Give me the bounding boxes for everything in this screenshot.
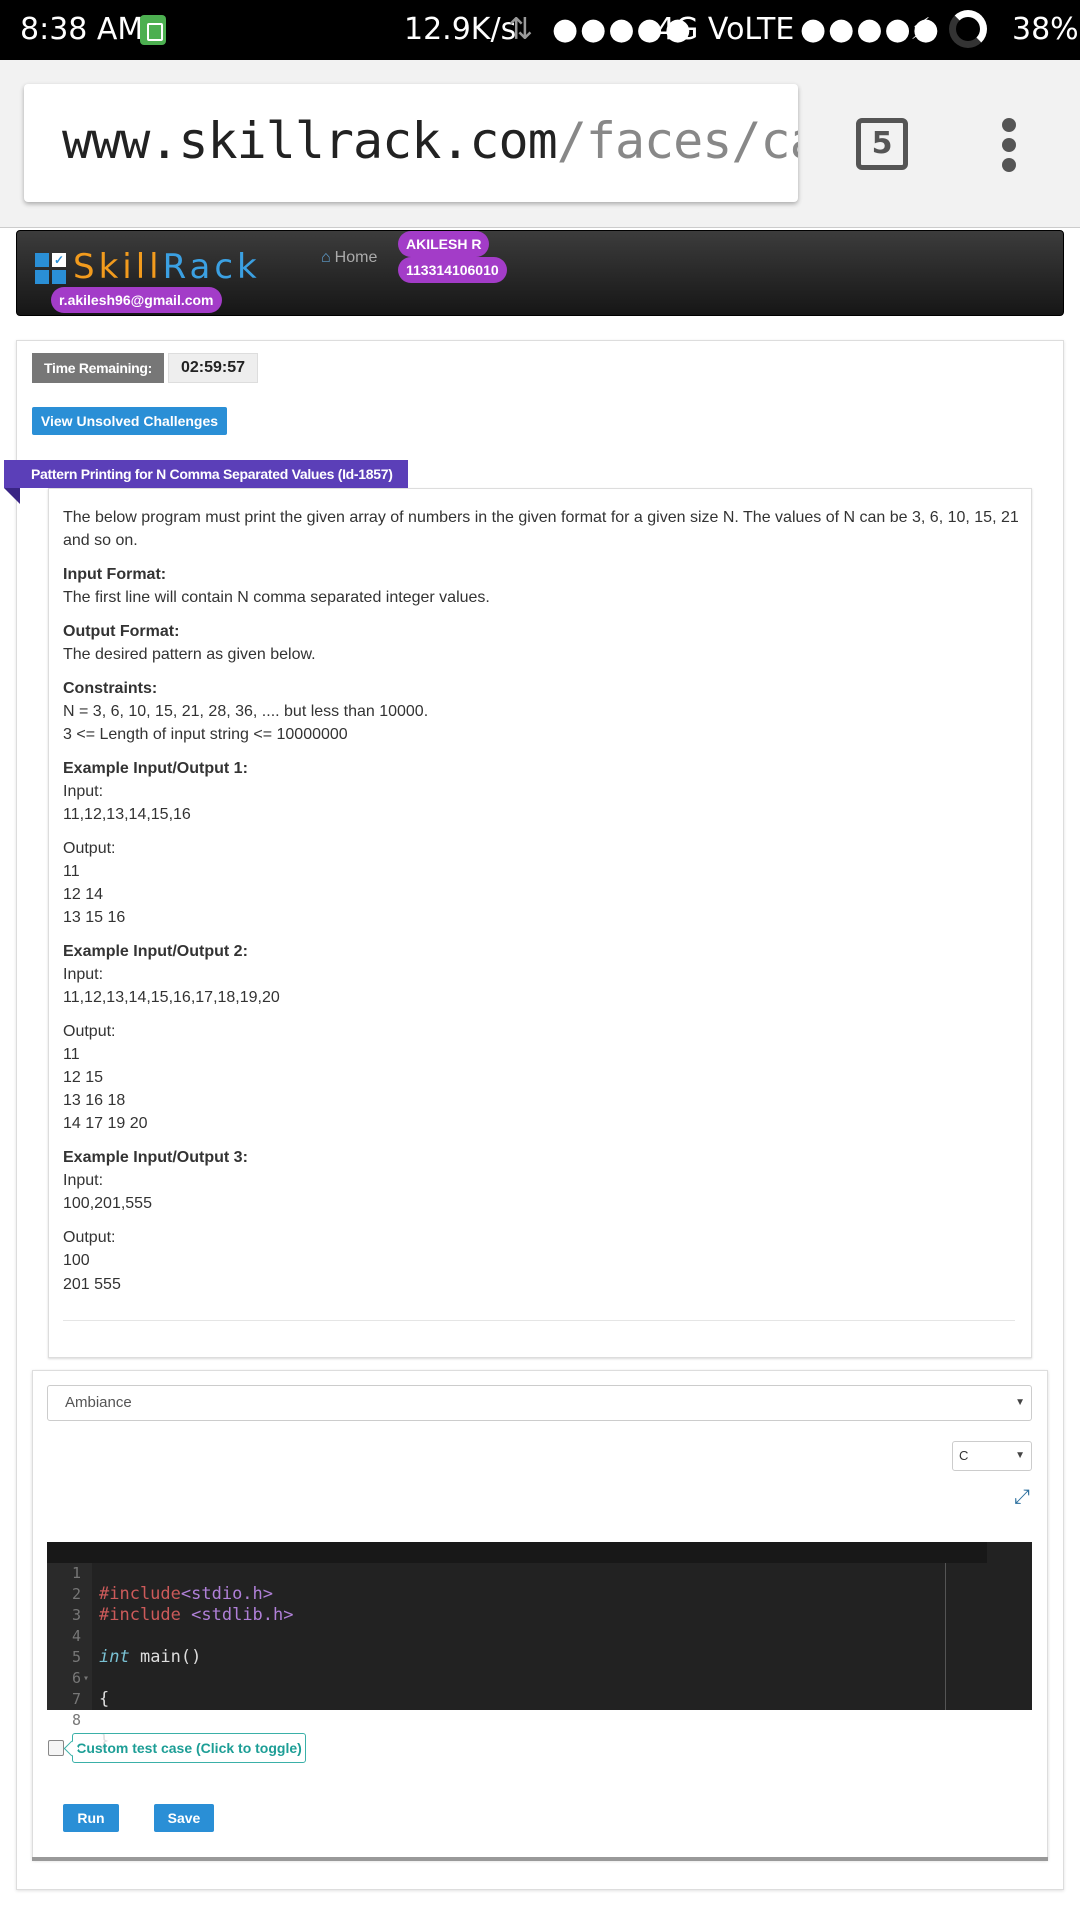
example-output-line: 13 16 18 bbox=[63, 1092, 126, 1109]
skillrack-logo[interactable]: SkillRack bbox=[73, 247, 261, 287]
example-output-line: 100 bbox=[63, 1252, 90, 1269]
time-remaining-label: Time Remaining: bbox=[32, 353, 165, 383]
code-line[interactable]: 8 } bbox=[47, 1689, 987, 1751]
language-select[interactable]: C ▼ bbox=[952, 1441, 1032, 1471]
input-format-text: The first line will contain N comma sepa… bbox=[63, 589, 490, 606]
problem-statement-box bbox=[48, 488, 1032, 1358]
code-line[interactable]: 4 int main() bbox=[47, 1605, 987, 1667]
example-output-line: 12 15 bbox=[63, 1069, 104, 1086]
example-heading: Example Input/Output 3: bbox=[63, 1149, 248, 1166]
view-unsolved-challenges-button[interactable]: View Unsolved Challenges bbox=[32, 407, 227, 435]
code-editor[interactable]: 1 #include<stdio.h> 2 #include <stdlib.h… bbox=[47, 1542, 1032, 1751]
line-number: 8 bbox=[71, 1711, 81, 1729]
custom-test-case-toggle[interactable]: Custom test case (Click to toggle) bbox=[72, 1733, 306, 1763]
charging-icon: ⚡ bbox=[910, 12, 932, 47]
ribbon-fold bbox=[4, 488, 20, 504]
language-value: C bbox=[959, 1448, 969, 1463]
save-button[interactable]: Save bbox=[154, 1804, 214, 1832]
code-line[interactable]: 7 bbox=[47, 1668, 987, 1708]
code-line[interactable]: 1 #include<stdio.h> bbox=[47, 1542, 987, 1604]
example-heading: Example Input/Output 2: bbox=[63, 943, 248, 960]
example-input-value: 11,12,13,14,15,16 bbox=[63, 806, 191, 823]
example-output-label: Output: bbox=[63, 1023, 116, 1040]
browser-menu-icon[interactable] bbox=[1002, 118, 1018, 172]
site-header: ✓ SkillRack r.akilesh96@gmail.com ⌂ Home … bbox=[16, 230, 1064, 316]
custom-test-checkbox[interactable] bbox=[48, 1740, 64, 1756]
example-heading: Example Input/Output 1: bbox=[63, 760, 248, 777]
battery-ring-icon bbox=[949, 10, 987, 48]
problem-description: The below program must print the given a… bbox=[63, 509, 1019, 549]
example-output-line: 11 bbox=[63, 863, 80, 880]
constraint-line: 3 <= Length of input string <= 10000000 bbox=[63, 726, 348, 743]
battery-app-icon bbox=[140, 15, 166, 45]
code-line[interactable]: 2 #include <stdlib.h> bbox=[47, 1563, 987, 1625]
example-input-value: 11,12,13,14,15,16,17,18,19,20 bbox=[63, 989, 280, 1006]
tab-switcher-button[interactable]: 5 bbox=[856, 118, 908, 170]
output-format-heading: Output Format: bbox=[63, 623, 180, 640]
example-output-label: Output: bbox=[63, 1229, 116, 1246]
status-bar: 8:38 AM 12.9K/s ⇅ ●●●●● 4G VoLTE ●●●●● ⚡… bbox=[0, 0, 1080, 60]
fullscreen-expand-icon[interactable]: ⤢ bbox=[1014, 1487, 1034, 1507]
user-id-badge: 113314106010 bbox=[398, 257, 507, 283]
run-button[interactable]: Run bbox=[63, 1804, 119, 1832]
constraints-heading: Constraints: bbox=[63, 680, 158, 697]
home-label: Home bbox=[334, 249, 378, 266]
home-link[interactable]: ⌂ Home bbox=[321, 249, 377, 267]
code-line[interactable]: 3 bbox=[47, 1584, 987, 1624]
panel-bottom-edge bbox=[32, 1857, 1048, 1861]
chevron-down-icon: ▼ bbox=[1015, 1450, 1025, 1461]
example-output-line: 201 555 bbox=[63, 1276, 121, 1293]
editor-theme-select[interactable]: Ambiance ▼ bbox=[47, 1385, 1032, 1421]
logo-skill: Skill bbox=[73, 247, 163, 287]
skillrack-logo-icon[interactable]: ✓ bbox=[35, 253, 67, 285]
logo-rack: Rack bbox=[162, 247, 261, 287]
user-name-badge: AKILESH R bbox=[398, 231, 490, 257]
input-format-heading: Input Format: bbox=[63, 566, 167, 583]
example-output-label: Output: bbox=[63, 840, 116, 857]
example-output-line: 13 15 16 bbox=[63, 909, 126, 926]
example-output-line: 12 14 bbox=[63, 886, 104, 903]
time-remaining-value: 02:59:57 bbox=[168, 353, 259, 383]
constraint-line: N = 3, 6, 10, 15, 21, 28, 36, .... but l… bbox=[63, 703, 429, 720]
user-email-badge: r.akilesh96@gmail.com bbox=[51, 287, 222, 313]
output-format-text: The desired pattern as given below. bbox=[63, 646, 316, 663]
clock: 8:38 AM bbox=[20, 12, 144, 47]
url-text[interactable]: www.skillrack.com/faces/candi bbox=[62, 112, 798, 170]
theme-value: Ambiance bbox=[65, 1394, 132, 1411]
network-speed: 12.9K/s bbox=[404, 12, 517, 47]
data-arrows-icon: ⇅ bbox=[508, 12, 534, 47]
home-icon: ⌂ bbox=[321, 249, 331, 266]
code-line[interactable]: 6 bbox=[47, 1647, 987, 1687]
url-path: /faces/candi bbox=[556, 112, 798, 170]
problem-title: Pattern Printing for N Comma Separated V… bbox=[4, 460, 408, 488]
example-input-label: Input: bbox=[63, 783, 104, 800]
network-type: 4G VoLTE bbox=[656, 12, 795, 47]
example-output-line: 11 bbox=[63, 1046, 80, 1063]
example-output-line: 14 17 19 20 bbox=[63, 1115, 148, 1132]
chevron-down-icon: ▼ bbox=[1015, 1397, 1025, 1408]
example-input-value: 100,201,555 bbox=[63, 1195, 152, 1212]
battery-percent: 38% bbox=[1012, 12, 1079, 47]
example-input-label: Input: bbox=[63, 1172, 104, 1189]
code-line[interactable]: 5 ▾ { bbox=[47, 1626, 987, 1709]
divider bbox=[63, 1320, 1015, 1321]
url-domain: www.skillrack.com bbox=[62, 112, 558, 170]
browser-toolbar: www.skillrack.com/faces/candi 5 bbox=[0, 60, 1080, 228]
example-input-label: Input: bbox=[63, 966, 104, 983]
url-bar[interactable]: www.skillrack.com/faces/candi bbox=[24, 84, 798, 202]
